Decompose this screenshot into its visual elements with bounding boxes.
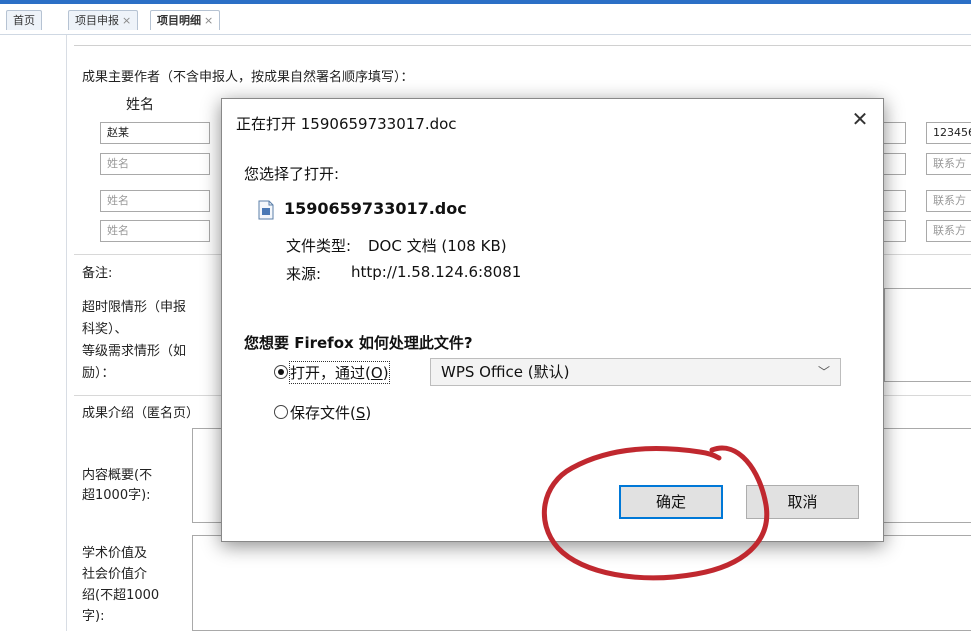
red-circle-annotation (541, 445, 770, 581)
annotation-overlay (541, 445, 770, 581)
